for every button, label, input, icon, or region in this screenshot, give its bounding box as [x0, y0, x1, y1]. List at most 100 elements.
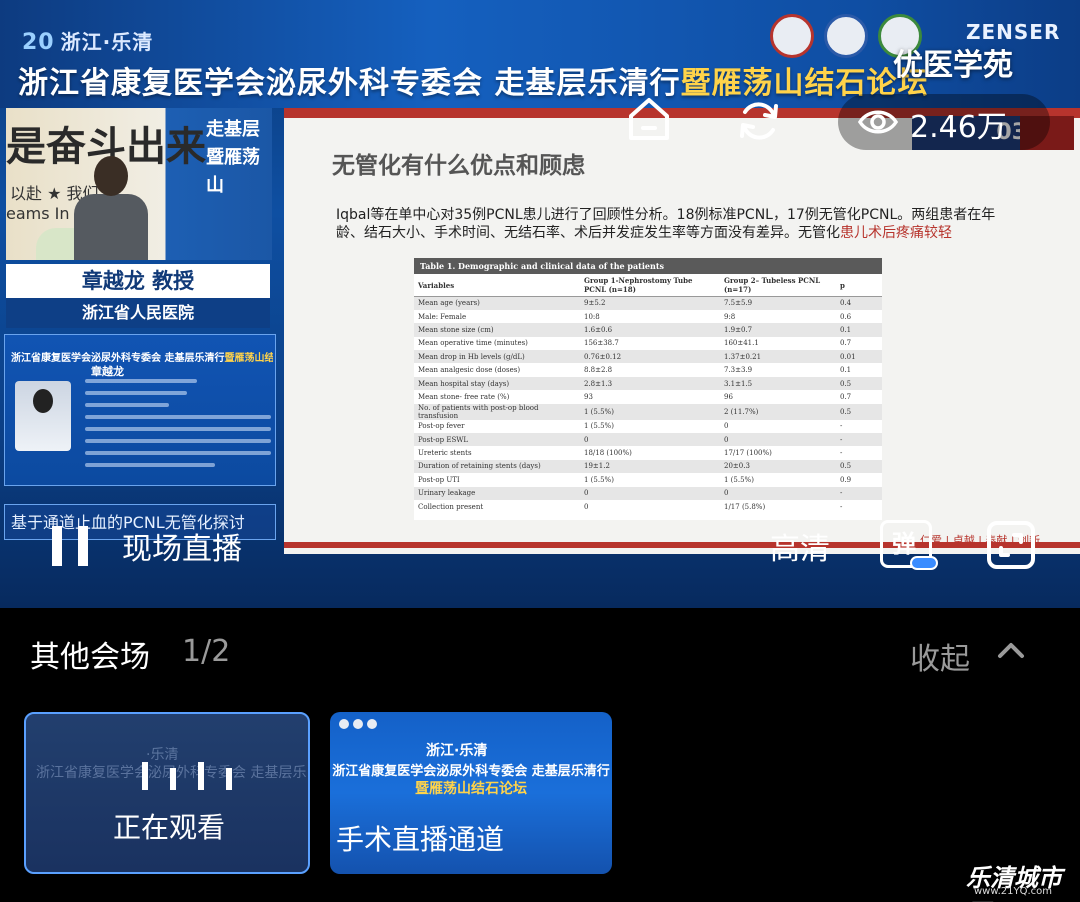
table-cell: 93: [584, 392, 593, 401]
video-player[interactable]: 20 浙江·乐清 浙江省康复医学会泌尿外科专委会 走基层乐清行暨雁荡山结石论坛 Z…: [0, 0, 1080, 608]
channel-brand: 优医学苑: [893, 48, 1013, 83]
speaker-photo: [15, 381, 71, 451]
table-cell: Post-op ESWL: [414, 433, 580, 447]
other-venues-title: 其他会场: [30, 640, 150, 675]
table-row: No. of patients with post-op blood trans…: [414, 403, 882, 420]
venue-label: 正在观看: [112, 811, 225, 844]
pause-icon[interactable]: [50, 526, 90, 566]
table-cell: 1 (5.5%): [724, 475, 754, 484]
table-cell: 0.01: [836, 350, 882, 364]
live-label: 现场直播: [122, 532, 242, 567]
chevron-up-icon[interactable]: [996, 640, 1026, 660]
table-row: Mean age (years) 9±5.2 7.5±5.9 0.4: [414, 296, 882, 310]
speaker-figure: [74, 194, 148, 260]
patient-data-table: Variables Group 1-Nephrostomy Tube PCNL …: [414, 274, 882, 513]
banner-title-main: 浙江省康复医学会泌尿外科专委会 走基层乐清行: [18, 66, 681, 101]
table-cell: 1 (5.5%): [580, 403, 720, 420]
table-cell: 9:8: [724, 312, 736, 321]
danmu-switch-indicator: [910, 556, 938, 570]
table-cell: 17/17 (100%): [724, 449, 772, 458]
table-cell: 0.9: [840, 475, 852, 484]
table-cell: 156±38.7: [584, 339, 619, 348]
banner-region-prefix: 浙江: [60, 30, 103, 54]
danmu-toggle-button[interactable]: 弹: [880, 520, 938, 570]
table-cell: Mean stone size (cm): [414, 323, 580, 337]
table-row: Mean stone size (cm) 1.6±0.6 1.9±0.7 0.1: [414, 323, 882, 337]
table-cell: 0: [720, 486, 836, 500]
backdrop-slogan-en: eams In: [6, 204, 70, 223]
profile-card-bio: [85, 379, 271, 475]
other-venues-page: 1/2: [182, 634, 231, 669]
table-cell: 0.6: [840, 312, 852, 321]
table-row: Duration of retaining stents (days) 19±1.…: [414, 459, 882, 474]
table-cell: Mean analgesic dose (doses): [418, 366, 521, 375]
slide-body-text: Iqbal等在单中心对35例PCNL患儿进行了回顾性分析。18例标准PCNL，1…: [336, 206, 1016, 242]
table-header: Variables: [414, 274, 580, 297]
speaker-profile-card: 浙江省康复医学会泌尿外科专委会 走基层乐清行暨雁荡山结石论坛 章越龙: [4, 334, 276, 486]
table-row: Mean analgesic dose (doses) 8.8±2.8 7.3±3.…: [414, 363, 882, 376]
home-icon[interactable]: [626, 96, 672, 142]
backdrop-banner-text: 走基层暨雁荡山: [206, 119, 260, 196]
table-cell: Mean drop in Hb levels (g/dL): [414, 350, 580, 364]
speaker-head: [94, 156, 128, 196]
table-cell: 1.6±0.6: [580, 323, 720, 337]
venue-logos-icon: [339, 719, 377, 729]
table-cell: No. of patients with post-op blood trans…: [414, 403, 580, 420]
table-cell: 1.37±0.21: [720, 350, 836, 364]
refresh-icon[interactable]: [736, 98, 782, 144]
table-cell: Duration of retaining stents (days): [414, 459, 580, 474]
table-cell: 8.8±2.8: [584, 366, 613, 375]
collapse-button[interactable]: 收起: [910, 634, 970, 678]
table-header: Group 1-Nephrostomy Tube PCNL (n=18): [580, 274, 720, 297]
danmu-label: 弹: [892, 530, 916, 558]
site-watermark-url: www.21YQ.com: [974, 886, 1053, 897]
venue-subtitle: 暨雁荡山结石论坛: [415, 781, 527, 797]
table-cell: 0.7: [840, 339, 852, 348]
table-cell: Post-op fever: [418, 422, 465, 431]
table-cell: Mean hospital stay (days): [414, 376, 580, 391]
table-cell: -: [836, 433, 882, 447]
view-count: 2.46万: [910, 110, 1007, 145]
table-cell: -: [836, 486, 882, 500]
table-cell: Mean operative time (minutes): [418, 339, 528, 348]
venue-label: 手术直播通道: [336, 823, 505, 856]
table-cell: 2 (11.7%): [720, 403, 836, 420]
table-cell: 1.9±0.7: [720, 323, 836, 337]
table-cell: 0.5: [836, 376, 882, 391]
table-cell: 3.1±1.5: [720, 376, 836, 391]
profile-card-name: 章越龙: [91, 365, 124, 378]
table-row: Mean hospital stay (days) 2.8±1.3 3.1±1.5 0…: [414, 376, 882, 391]
live-stream-screen: 20 浙江·乐清 浙江省康复医学会泌尿外科专委会 走基层乐清行暨雁荡山结石论坛 Z…: [0, 0, 1080, 902]
table-cell: 1 (5.5%): [584, 422, 614, 431]
table-header-row: Variables Group 1-Nephrostomy Tube PCNL …: [414, 274, 882, 297]
venue-card-current[interactable]: ·乐清 浙江省康复医学会泌尿外科专委会 走基层乐清行 正在观看: [24, 712, 310, 874]
table-cell: 1/17 (5.8%): [724, 502, 766, 511]
quality-button[interactable]: 高清: [770, 524, 830, 568]
slide-title: 无管化有什么优点和顾虑: [332, 153, 585, 179]
venue-card-surgery-channel[interactable]: 浙江·乐清 浙江省康复医学会泌尿外科专委会 走基层乐清行 暨雁荡山结石论坛 手术…: [330, 712, 612, 874]
table-cell: -: [840, 449, 843, 458]
table-cell: Post-op UTI: [418, 475, 460, 484]
table-cell: 0.76±0.12: [580, 350, 720, 364]
venue-region: 浙江·乐清: [426, 743, 488, 759]
society-logo-icon: [770, 14, 814, 58]
table-cell: 0.5: [836, 403, 882, 420]
banner-region-name: ·乐清: [102, 30, 154, 54]
table-header: p: [836, 274, 882, 297]
table-cell: 1 (5.5%): [584, 475, 614, 484]
fullscreen-icon[interactable]: [986, 520, 1036, 570]
banner-title: 浙江省康复医学会泌尿外科专委会 走基层乐清行暨雁荡山结石论坛: [18, 58, 928, 102]
table-row: Urinary leakage 0 0-: [414, 486, 882, 500]
table-cell: 0: [580, 433, 720, 447]
speaker-hospital: 浙江省人民医院: [6, 298, 270, 328]
table-row: Post-op UTI 1 (5.5%) 1 (5.5%) 0.9: [414, 473, 882, 486]
hospital-logo-icon: [824, 14, 868, 58]
table-cell: 7.5±5.9: [720, 296, 836, 310]
table-cell: Male: Female: [418, 312, 467, 321]
table-cell: 20±0.3: [720, 459, 836, 474]
table-cell: 0.5: [836, 459, 882, 474]
table-cell: 0: [724, 422, 729, 431]
table-cell: 0.7: [840, 392, 852, 401]
table-cell: Urinary leakage: [414, 486, 580, 500]
table-cell: Ureteric stents: [418, 449, 472, 458]
